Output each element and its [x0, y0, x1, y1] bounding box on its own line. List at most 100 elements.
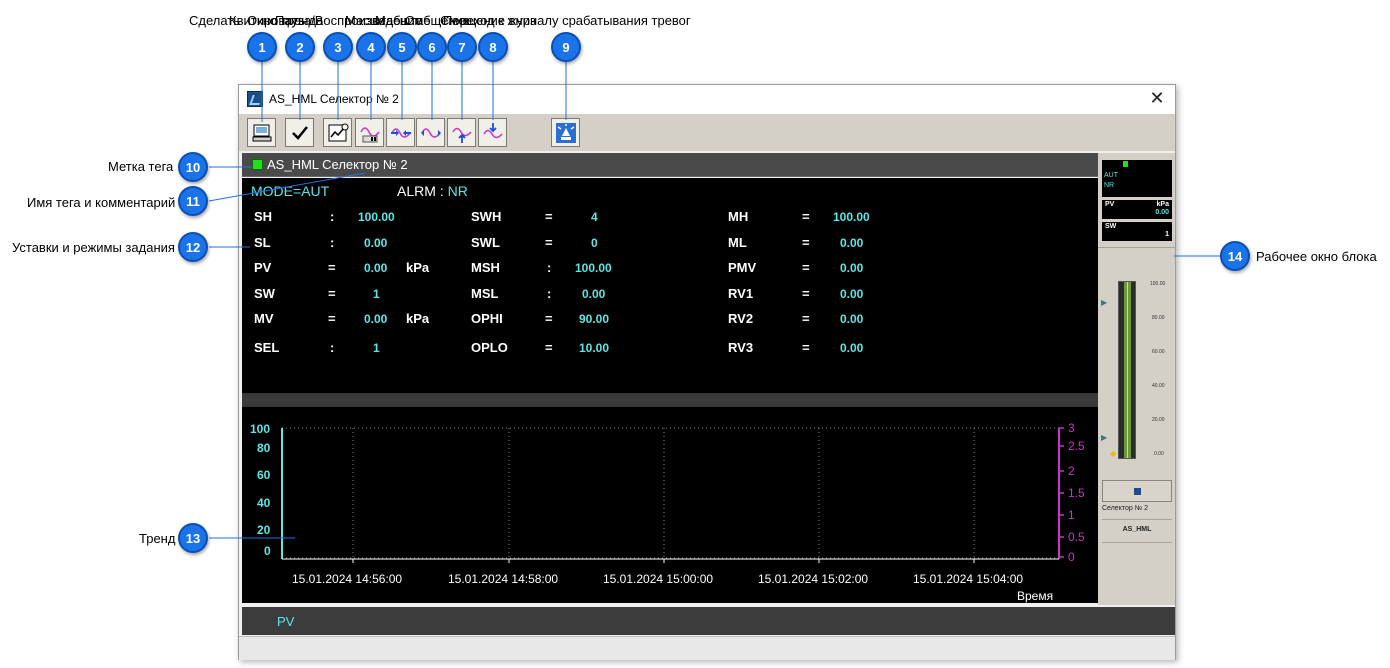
param-value[interactable]: 90.00 — [579, 312, 609, 326]
left-tick: 60 — [257, 468, 271, 482]
toolbar — [239, 114, 1175, 151]
scale-label: 80.00 — [1152, 315, 1165, 321]
param-value[interactable]: 4 — [591, 210, 598, 224]
right-tick: 3 — [1068, 421, 1075, 435]
param-value[interactable]: 100.00 — [358, 210, 395, 224]
trend-grid — [282, 427, 1060, 559]
param-separator: : — [330, 340, 335, 355]
param-value[interactable]: 0.00 — [364, 236, 387, 250]
left-tick: 100 — [250, 422, 270, 436]
param-separator: : — [330, 235, 335, 250]
tag-name: AS_HML Селектор № 2 — [267, 157, 408, 172]
right-tick: 2 — [1068, 464, 1075, 478]
trend-chart: 100 80 60 40 20 0 3 2.5 2 1.5 1 0.5 0 15… — [250, 421, 1085, 603]
param-separator: = — [802, 286, 810, 301]
checkmark-icon — [291, 125, 308, 140]
param-separator: : — [330, 209, 335, 224]
callout-label-9: Переход к журналу срабатывания тревог — [443, 13, 691, 28]
param-value[interactable]: 0.00 — [582, 287, 605, 301]
low-limit-marker-icon: ▶ — [1101, 433, 1108, 442]
scale-label: 20.00 — [1152, 417, 1165, 423]
alarm-value: NR — [447, 183, 468, 199]
param-value: 0.00 — [840, 312, 864, 326]
block-pv-box: PV kPa 0.00 — [1102, 200, 1172, 219]
param-name: SWL — [471, 235, 500, 250]
callout-bubble-9: 9 — [551, 32, 581, 62]
shift-up-button[interactable] — [447, 118, 476, 147]
right-tick: 0.5 — [1068, 530, 1085, 544]
scale-compress-icon — [390, 127, 411, 138]
setpoint-marker-icon: ◆ — [1110, 449, 1117, 458]
callout-bubble-12: 12 — [178, 232, 208, 262]
callout-bubble-3: 3 — [323, 32, 353, 62]
param-name: RV3 — [728, 340, 754, 355]
callout-bubble-10: 10 — [178, 152, 208, 182]
mode-label: MODE= — [251, 183, 302, 199]
trend-pause-button[interactable] — [355, 118, 384, 147]
scale-shift-down-icon — [482, 122, 503, 138]
time-tick: 15.01.2024 15:04:00 — [913, 572, 1023, 586]
param-name: RV1 — [728, 286, 754, 301]
callout-bubble-4: 4 — [356, 32, 386, 62]
param-value: 0.00 — [840, 341, 864, 355]
param-separator: = — [802, 235, 810, 250]
callout-bubble-13: 13 — [178, 523, 208, 553]
param-name: RV2 — [728, 311, 754, 326]
param-name: MH — [728, 209, 749, 224]
pv-legend-label[interactable]: PV — [277, 614, 294, 629]
param-name: SWH — [471, 209, 502, 224]
param-unit: kPa — [406, 260, 430, 275]
param-name: MSH — [471, 260, 500, 275]
x-axis-label: Время — [1017, 589, 1053, 603]
time-tick: 15.01.2024 15:02:00 — [758, 572, 868, 586]
acknowledge-button[interactable] — [285, 118, 314, 147]
param-name: PMV — [728, 260, 757, 275]
scale-shift-up-icon — [451, 127, 472, 143]
mode-value: AUT — [301, 183, 330, 199]
callout-label-14: Рабочее окно блока — [1256, 249, 1377, 264]
param-value[interactable]: 0 — [591, 236, 598, 250]
block-name: Селектор № 2 — [1102, 505, 1149, 512]
param-separator: = — [545, 311, 553, 326]
alarm-light-icon — [555, 122, 576, 143]
callout-bubble-6: 6 — [417, 32, 447, 62]
param-value[interactable]: 100.00 — [833, 210, 870, 224]
callout-bubble-1: 1 — [247, 32, 277, 62]
screenshot-root: { "window": { "title": "AS_HML Селектор … — [0, 0, 1390, 668]
time-tick: 15.01.2024 14:58:00 — [448, 572, 558, 586]
block-select-button[interactable] — [1102, 480, 1172, 502]
alarm-label: ALRM : — [397, 183, 448, 199]
shift-down-button[interactable] — [478, 118, 507, 147]
param-value: 0.00 — [364, 312, 388, 326]
block-sw-value: 1 — [1165, 231, 1169, 238]
report-button[interactable] — [247, 118, 276, 147]
block-sw-label: SW — [1105, 223, 1117, 230]
trend-window-button[interactable] — [323, 118, 352, 147]
param-separator: : — [547, 286, 552, 301]
trend-panel: 100 80 60 40 20 0 3 2.5 2 1.5 1 0.5 0 15… — [242, 407, 1098, 603]
param-name: SEL — [254, 340, 280, 355]
param-separator: = — [328, 286, 336, 301]
title-bar[interactable]: AS_HML Селектор № 2 ✕ — [239, 85, 1175, 114]
close-button[interactable]: ✕ — [1147, 88, 1167, 108]
tag-status-led — [252, 159, 263, 170]
param-separator: = — [802, 209, 810, 224]
param-separator: = — [545, 209, 553, 224]
report-icon — [252, 124, 271, 141]
trend-window-icon — [328, 123, 348, 141]
right-tick: 1 — [1068, 508, 1075, 522]
scale-expand-button[interactable] — [416, 118, 445, 147]
param-value[interactable]: 10.00 — [579, 341, 609, 355]
scale-expand-icon — [420, 127, 441, 138]
block-work-window: AUT NR PV kPa 0.00 SW 1 ▶ ▶ ◆ 100.00 80.… — [1098, 153, 1175, 605]
block-status-led — [1123, 161, 1128, 167]
param-value[interactable]: 0.00 — [840, 236, 863, 250]
param-name: MV — [254, 311, 274, 326]
param-name: MSL — [471, 286, 499, 301]
param-value[interactable]: 100.00 — [575, 261, 612, 275]
param-value[interactable]: 1 — [373, 341, 380, 355]
scale-compress-button[interactable] — [386, 118, 415, 147]
param-name: PV — [254, 260, 272, 275]
param-unit: kPa — [406, 311, 430, 326]
alarm-journal-button[interactable] — [551, 118, 580, 147]
